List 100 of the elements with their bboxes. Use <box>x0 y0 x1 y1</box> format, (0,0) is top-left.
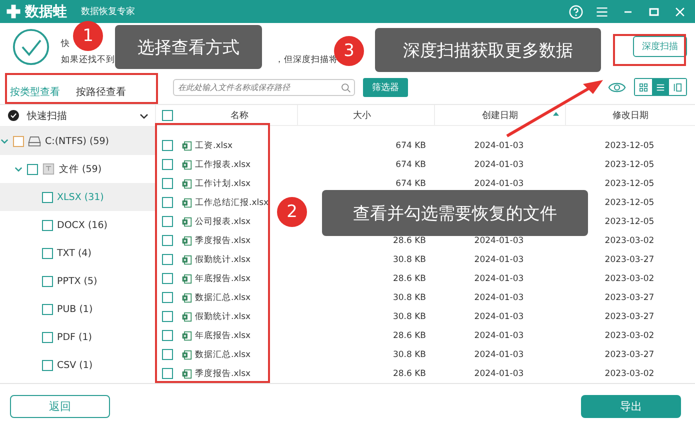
spreadsheet-icon <box>182 198 192 208</box>
spreadsheet-icon <box>182 368 192 378</box>
step-number-badge: 1 <box>73 21 103 51</box>
file-size: 674 KB <box>396 178 426 188</box>
created-date: 2024-01-03 <box>474 330 524 340</box>
created-date: 2024-01-03 <box>474 160 524 170</box>
checkbox[interactable] <box>42 220 53 230</box>
tree-item[interactable]: PPTX (5) <box>0 267 155 295</box>
tree-item[interactable]: PDF (1) <box>0 323 155 351</box>
row-checkbox[interactable] <box>162 368 173 379</box>
tree-item[interactable]: PUB (1) <box>0 295 155 323</box>
file-name: 假勤统计.xlsx <box>195 310 251 322</box>
checkbox[interactable] <box>42 304 53 314</box>
tree-item[interactable]: DOCX (16) <box>0 211 155 239</box>
file-name: 假勤统计.xlsx <box>195 254 251 266</box>
created-date: 2024-01-03 <box>474 274 524 284</box>
tree-item[interactable]: CSV (1) <box>0 351 155 379</box>
file-name: 公司报表.xlsx <box>195 216 251 228</box>
callout-text: 查看并勾选需要恢复的文件 <box>322 190 588 236</box>
checkbox[interactable] <box>42 276 53 286</box>
row-checkbox[interactable] <box>162 140 173 151</box>
tree-item[interactable]: TXT (4) <box>0 239 155 267</box>
file-size: 28.6 KB <box>392 274 426 284</box>
file-name: 数据汇总.xlsx <box>195 292 251 304</box>
file-size: 674 KB <box>396 160 426 170</box>
row-checkbox[interactable] <box>162 311 173 322</box>
checkbox[interactable] <box>42 192 53 202</box>
modified-date: 2023-03-27 <box>604 292 654 302</box>
row-checkbox[interactable] <box>162 292 173 303</box>
column-header[interactable]: 修改日期 <box>612 108 648 122</box>
modified-date: 2023-12-05 <box>604 178 654 188</box>
callout-text: 选择查看方式 <box>115 25 262 69</box>
file-name: 工资.xlsx <box>195 140 233 152</box>
spreadsheet-icon <box>182 160 192 170</box>
row-checkbox[interactable] <box>162 254 173 265</box>
modified-date: 2023-03-02 <box>604 330 654 340</box>
spreadsheet-icon <box>182 274 192 284</box>
hint-text: 如果还找不到 <box>61 54 115 66</box>
modified-date: 2023-12-05 <box>604 216 654 226</box>
eye-icon[interactable] <box>608 80 626 94</box>
modified-date: 2023-03-02 <box>604 236 654 246</box>
modified-date: 2023-03-02 <box>604 274 654 284</box>
column-header[interactable]: 大小 <box>353 108 371 122</box>
file-name: 工作总结汇报.xlsx <box>195 196 269 208</box>
modified-date: 2023-12-05 <box>604 140 654 150</box>
search-icon[interactable] <box>341 82 351 92</box>
checkbox[interactable] <box>13 136 24 146</box>
spreadsheet-icon <box>182 236 192 246</box>
row-checkbox[interactable] <box>162 273 173 284</box>
created-date: 2024-01-03 <box>474 312 524 322</box>
select-all-checkbox[interactable] <box>162 110 173 120</box>
row-checkbox[interactable] <box>162 235 173 246</box>
row-checkbox[interactable] <box>162 178 173 189</box>
sort-up-icon[interactable] <box>553 111 559 116</box>
row-checkbox[interactable] <box>162 216 173 227</box>
created-date: 2024-01-03 <box>474 350 524 360</box>
spreadsheet-icon <box>182 178 192 188</box>
row-checkbox[interactable] <box>162 330 173 341</box>
file-name: 季度报告.xlsx <box>195 368 251 380</box>
file-size: 28.6 KB <box>392 236 426 246</box>
file-size: 30.8 KB <box>392 312 426 322</box>
modified-date: 2023-03-02 <box>604 368 654 378</box>
modified-date: 2023-03-27 <box>604 312 654 322</box>
tree-item[interactable]: C:(NTFS) (59) <box>0 127 155 155</box>
drive-icon <box>28 135 41 147</box>
spreadsheet-icon <box>182 350 192 360</box>
file-size: 30.8 KB <box>392 254 426 264</box>
menu-icon[interactable] <box>595 4 609 18</box>
file-name: 季度报告.xlsx <box>195 234 251 246</box>
modified-date: 2023-03-27 <box>604 254 654 264</box>
file-name: 年底报告.xlsx <box>195 272 251 284</box>
checkbox[interactable] <box>27 164 38 174</box>
row-checkbox[interactable] <box>162 197 173 208</box>
app-name: 数据蛙 <box>25 2 67 20</box>
check-circle-icon <box>8 110 19 121</box>
scan-status-text: 快 <box>61 38 70 50</box>
file-name: 年底报告.xlsx <box>195 330 251 342</box>
view-tab[interactable]: 按类型查看 <box>10 83 60 101</box>
checkbox[interactable] <box>42 248 53 258</box>
view-tab[interactable]: 按路径查看 <box>76 83 126 101</box>
row-checkbox[interactable] <box>162 349 173 360</box>
list-view-button[interactable] <box>652 79 669 95</box>
file-size: 674 KB <box>396 140 426 150</box>
checkbox[interactable] <box>42 360 53 370</box>
tree-item[interactable]: 文件 (59) <box>0 155 155 183</box>
modified-date: 2023-12-05 <box>604 160 654 170</box>
file-name: 工作报表.xlsx <box>195 158 251 170</box>
column-header[interactable]: 创建日期 <box>482 108 518 122</box>
spreadsheet-icon <box>182 292 192 302</box>
help-icon[interactable] <box>569 4 583 18</box>
checkbox[interactable] <box>42 332 53 342</box>
column-header[interactable]: 名称 <box>230 108 248 122</box>
columns-icon <box>673 82 682 92</box>
file-size: 28.6 KB <box>392 368 426 378</box>
search-field[interactable]: 在此处输入文件名称或保存路径 <box>173 78 355 96</box>
spreadsheet-icon <box>182 216 192 226</box>
modified-date: 2023-12-05 <box>604 198 654 208</box>
modified-date: 2023-03-27 <box>604 350 654 360</box>
row-checkbox[interactable] <box>162 159 173 170</box>
scan-title: 快速扫描 <box>27 110 68 122</box>
